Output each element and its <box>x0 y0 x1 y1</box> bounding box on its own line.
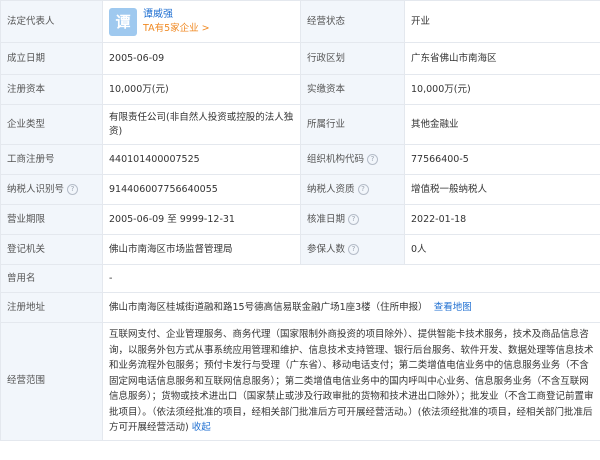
legal-rep-companies-link[interactable]: TA有5家企业 > <box>143 22 210 36</box>
help-icon[interactable]: ? <box>357 183 369 195</box>
established-label: 成立日期 <box>0 42 103 75</box>
region-value: 广东省佛山市南海区 <box>404 42 600 75</box>
approval-date-value: 2022-01-18 <box>404 204 600 235</box>
reg-capital-value: 10,000万(元) <box>102 74 301 105</box>
insured-value: 0人 <box>404 234 600 265</box>
insured-label: 参保人数 <box>307 243 346 255</box>
paid-capital-label: 实缴资本 <box>300 74 405 105</box>
term-label: 营业期限 <box>0 204 103 235</box>
former-name-label: 曾用名 <box>0 264 103 293</box>
company-type-label: 企业类型 <box>0 104 103 145</box>
scope-label: 经营范围 <box>0 322 103 441</box>
approval-date-label: 核准日期 <box>307 213 346 225</box>
industry-value: 其他金融业 <box>404 104 600 145</box>
insured-label-cell: 参保人数? <box>300 234 405 265</box>
help-icon[interactable]: ? <box>67 183 79 195</box>
row-capital: 注册资本 10,000万(元) 实缴资本 10,000万(元) <box>0 74 600 105</box>
row-taxpayer: 纳税人识别号? 914406007756640055 纳税人资质? 增值税一般纳… <box>0 174 600 205</box>
reg-capital-label: 注册资本 <box>0 74 103 105</box>
scope-cell: 互联网支付、企业管理服务、商务代理（国家限制外商投资的项目除外）、提供智能卡技术… <box>102 322 600 441</box>
help-icon[interactable]: ? <box>348 213 360 225</box>
authority-label: 登记机关 <box>0 234 103 265</box>
taxpayer-id-value: 914406007756640055 <box>102 174 301 205</box>
row-registration: 工商注册号 440101400007525 组织机构代码? 77566400-5 <box>0 144 600 175</box>
biz-reg-no-label: 工商注册号 <box>0 144 103 175</box>
taxpayer-qual-value: 增值税一般纳税人 <box>404 174 600 205</box>
company-type-value: 有限责任公司(非自然人投资或控股的法人独资) <box>102 104 301 145</box>
row-scope: 经营范围 互联网支付、企业管理服务、商务代理（国家限制外商投资的项目除外）、提供… <box>0 322 600 441</box>
help-icon[interactable]: ? <box>367 153 379 165</box>
former-name-value: - <box>102 264 600 293</box>
region-label: 行政区划 <box>300 42 405 75</box>
taxpayer-id-label: 纳税人识别号 <box>7 183 65 195</box>
taxpayer-qual-label-cell: 纳税人资质? <box>300 174 405 205</box>
established-value: 2005-06-09 <box>102 42 301 75</box>
address-cell: 佛山市南海区桂城街道融和路15号德高信易联金融广场1座3楼（住所申报） 查看地图 <box>102 292 600 323</box>
paid-capital-value: 10,000万(元) <box>404 74 600 105</box>
scope-value: 互联网支付、企业管理服务、商务代理（国家限制外商投资的项目除外）、提供智能卡技术… <box>109 329 594 433</box>
row-legal-rep: 法定代表人 谭 谭威强 TA有5家企业 > 经营状态 开业 <box>0 0 600 43</box>
view-map-link[interactable]: 查看地图 <box>434 302 472 313</box>
address-value: 佛山市南海区桂城街道融和路15号德高信易联金融广场1座3楼（住所申报） <box>109 301 428 313</box>
collapse-link[interactable]: 收起 <box>192 422 211 433</box>
address-label: 注册地址 <box>0 292 103 323</box>
status-label: 经营状态 <box>300 0 405 43</box>
legal-rep-label: 法定代表人 <box>0 0 103 43</box>
legal-rep-name-link[interactable]: 谭威强 <box>143 8 210 22</box>
legal-rep-cell: 谭 谭威强 TA有5家企业 > <box>102 0 301 43</box>
org-code-label-cell: 组织机构代码? <box>300 144 405 175</box>
row-former-name: 曾用名 - <box>0 264 600 293</box>
taxpayer-qual-label: 纳税人资质 <box>307 183 355 195</box>
authority-value: 佛山市南海区市场监督管理局 <box>102 234 301 265</box>
org-code-label: 组织机构代码 <box>307 153 365 165</box>
company-info-table: 法定代表人 谭 谭威强 TA有5家企业 > 经营状态 开业 成立日期 2005-… <box>0 0 600 441</box>
taxpayer-id-label-cell: 纳税人识别号? <box>0 174 103 205</box>
legal-rep-avatar[interactable]: 谭 <box>109 7 137 36</box>
org-code-value: 77566400-5 <box>404 144 600 175</box>
row-established: 成立日期 2005-06-09 行政区划 广东省佛山市南海区 <box>0 42 600 75</box>
biz-reg-no-value: 440101400007525 <box>102 144 301 175</box>
help-icon[interactable]: ? <box>348 243 360 255</box>
row-term: 营业期限 2005-06-09 至 9999-12-31 核准日期? 2022-… <box>0 204 600 235</box>
industry-label: 所属行业 <box>300 104 405 145</box>
status-value: 开业 <box>404 0 600 43</box>
row-company-type: 企业类型 有限责任公司(非自然人投资或控股的法人独资) 所属行业 其他金融业 <box>0 104 600 145</box>
term-value: 2005-06-09 至 9999-12-31 <box>102 204 301 235</box>
approval-date-label-cell: 核准日期? <box>300 204 405 235</box>
row-address: 注册地址 佛山市南海区桂城街道融和路15号德高信易联金融广场1座3楼（住所申报）… <box>0 292 600 323</box>
row-authority: 登记机关 佛山市南海区市场监督管理局 参保人数? 0人 <box>0 234 600 265</box>
